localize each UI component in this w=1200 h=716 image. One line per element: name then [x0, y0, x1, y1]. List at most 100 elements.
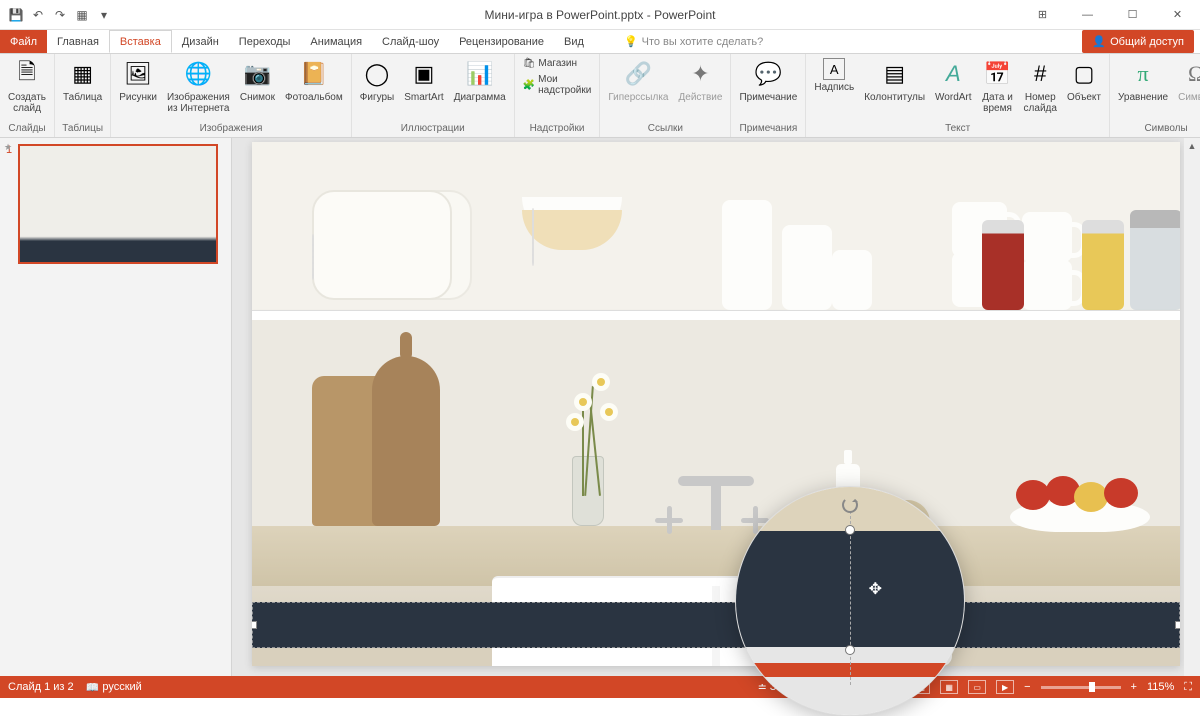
resize-handle-left[interactable] — [252, 621, 257, 629]
shapes-button[interactable]: ◯ Фигуры — [356, 56, 398, 105]
start-from-beginning-icon[interactable]: ▦ — [72, 5, 92, 25]
fit-to-window-button[interactable]: ⛶ — [1184, 681, 1192, 694]
screenshot-button[interactable]: 📷 Снимок — [236, 56, 279, 105]
smartart-button[interactable]: ▣ SmartArt — [400, 56, 447, 105]
slide-number-label: Номер слайда — [1024, 92, 1057, 114]
minimize-button[interactable]: — — [1065, 0, 1110, 30]
photo-album-icon: 📔 — [298, 58, 330, 90]
window-controls: ⊞ — ☐ ✕ — [1020, 0, 1200, 30]
tab-insert[interactable]: Вставка — [109, 30, 172, 53]
slide-editor[interactable]: ✥ — [232, 138, 1200, 676]
my-addins-button[interactable]: 🧩 Мои надстройки — [519, 72, 596, 98]
smartart-label: SmartArt — [404, 92, 443, 103]
zoom-out-button[interactable]: − — [1024, 681, 1030, 693]
redo-icon[interactable]: ↷ — [50, 5, 70, 25]
hyperlink-button[interactable]: 🔗 Гиперссылка — [604, 56, 672, 105]
new-slide-button[interactable]: 🗎 Создать слайд — [4, 56, 50, 116]
group-tables: ▦ Таблица Таблицы — [55, 54, 111, 137]
hyperlink-icon: 🔗 — [622, 58, 654, 90]
ribbon-options-icon[interactable]: ⊞ — [1020, 0, 1065, 30]
comment-button[interactable]: 💬 Примечание — [735, 56, 801, 105]
equation-icon: π — [1127, 58, 1159, 90]
store-button[interactable]: 🛍 Магазин — [519, 56, 596, 71]
close-button[interactable]: ✕ — [1155, 0, 1200, 30]
group-links-label: Ссылки — [604, 122, 726, 135]
slide-counter[interactable]: Слайд 1 из 2 — [8, 681, 74, 693]
animation-indicator-icon: ★ — [4, 142, 12, 153]
group-links: 🔗 Гиперссылка ✦ Действие Ссылки — [600, 54, 731, 137]
screenshot-icon: 📷 — [241, 58, 273, 90]
reading-view-button[interactable]: ▭ — [968, 680, 986, 694]
ribbon: 🗎 Создать слайд Слайды ▦ Таблица Таблицы… — [0, 54, 1200, 138]
group-illustrations: ◯ Фигуры ▣ SmartArt 📊 Диаграмма Иллюстра… — [352, 54, 515, 137]
lightbulb-icon: 💡 — [624, 35, 638, 48]
workspace: 1 ★ — [0, 138, 1200, 676]
tab-animations[interactable]: Анимация — [300, 30, 372, 53]
table-button[interactable]: ▦ Таблица — [59, 56, 106, 105]
language-indicator[interactable]: 📖 русский — [86, 681, 142, 694]
equation-button[interactable]: π Уравнение — [1114, 56, 1172, 105]
save-icon[interactable]: 💾 — [6, 5, 26, 25]
chart-button[interactable]: 📊 Диаграмма — [450, 56, 510, 105]
tell-me-search[interactable]: 💡 Что вы хотите сделать? — [624, 30, 763, 53]
thumbnail-panel[interactable]: 1 ★ — [0, 138, 232, 676]
object-label: Объект — [1067, 92, 1101, 103]
thumbnail-item[interactable]: 1 ★ — [6, 144, 225, 264]
status-bar: Слайд 1 из 2 📖 русский ≐ Заметки 💬 Приме… — [0, 676, 1200, 698]
resize-handle-right[interactable] — [1175, 621, 1180, 629]
magnifier-callout: ✥ — [735, 486, 965, 716]
resize-handle-bottom[interactable] — [845, 645, 855, 655]
group-comments: 💬 Примечание Примечания — [731, 54, 806, 137]
group-addins: 🛍 Магазин 🧩 Мои надстройки Надстройки — [515, 54, 601, 137]
photo-album-button[interactable]: 📔 Фотоальбом — [281, 56, 347, 105]
group-symbols-label: Символы — [1114, 122, 1200, 135]
thumbnail-preview[interactable] — [18, 144, 218, 264]
resize-handle-top[interactable] — [845, 525, 855, 535]
rotate-handle-icon[interactable] — [842, 497, 858, 513]
selected-rectangle-shape[interactable] — [252, 602, 1180, 648]
share-label: Общий доступ — [1110, 36, 1184, 48]
wordart-button[interactable]: A WordArt — [931, 56, 976, 105]
textbox-icon: A — [823, 58, 845, 80]
online-pictures-button[interactable]: 🌐 Изображения из Интернета — [163, 56, 234, 116]
slideshow-view-button[interactable]: ▶ — [996, 680, 1014, 694]
tab-slideshow[interactable]: Слайд-шоу — [372, 30, 449, 53]
quick-access-toolbar: 💾 ↶ ↷ ▦ ▾ — [0, 5, 114, 25]
thumbnail-number: 1 — [6, 144, 14, 264]
equation-label: Уравнение — [1118, 92, 1168, 103]
tab-transitions[interactable]: Переходы — [229, 30, 301, 53]
header-footer-button[interactable]: ▤ Колонтитулы — [860, 56, 929, 105]
slide-number-icon: # — [1024, 58, 1056, 90]
share-button[interactable]: 👤 Общий доступ — [1082, 30, 1194, 53]
tab-home[interactable]: Главная — [47, 30, 109, 53]
vertical-scrollbar[interactable]: ▲ — [1184, 138, 1200, 676]
action-label: Действие — [678, 92, 722, 103]
object-button[interactable]: ▢ Объект — [1063, 56, 1105, 105]
zoom-in-button[interactable]: + — [1131, 681, 1137, 693]
qat-customize-icon[interactable]: ▾ — [94, 5, 114, 25]
online-pictures-label: Изображения из Интернета — [167, 92, 230, 114]
zoom-slider-thumb[interactable] — [1089, 682, 1095, 692]
scroll-up-icon[interactable]: ▲ — [1184, 138, 1200, 154]
slide-canvas[interactable] — [252, 142, 1180, 666]
tab-design[interactable]: Дизайн — [172, 30, 229, 53]
chart-label: Диаграмма — [454, 92, 506, 103]
tab-file[interactable]: Файл — [0, 30, 47, 53]
textbox-button[interactable]: A Надпись — [810, 56, 858, 95]
zoom-level[interactable]: 115% — [1147, 681, 1174, 693]
pictures-button[interactable]: 🖼 Рисунки — [115, 56, 161, 105]
tell-me-placeholder: Что вы хотите сделать? — [642, 36, 764, 48]
group-images-label: Изображения — [115, 122, 347, 135]
pictures-label: Рисунки — [119, 92, 157, 103]
date-time-button[interactable]: 📅 Дата и время — [978, 56, 1018, 116]
tab-review[interactable]: Рецензирование — [449, 30, 554, 53]
undo-icon[interactable]: ↶ — [28, 5, 48, 25]
new-slide-label: Создать слайд — [8, 92, 46, 114]
date-time-label: Дата и время — [982, 92, 1013, 114]
action-button[interactable]: ✦ Действие — [674, 56, 726, 105]
zoom-slider[interactable] — [1041, 686, 1121, 689]
maximize-button[interactable]: ☐ — [1110, 0, 1155, 30]
tab-view[interactable]: Вид — [554, 30, 594, 53]
symbol-button[interactable]: Ω Символ — [1174, 56, 1200, 105]
slide-number-button[interactable]: # Номер слайда — [1020, 56, 1061, 116]
